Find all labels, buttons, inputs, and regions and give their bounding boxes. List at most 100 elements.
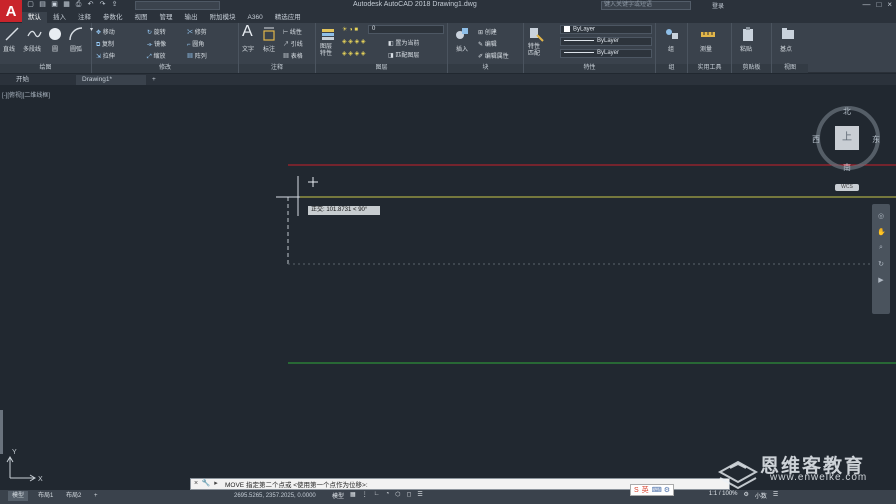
base-point-icon[interactable] bbox=[780, 26, 796, 42]
measure-icon[interactable] bbox=[700, 26, 716, 42]
modify-scale[interactable]: ⤢ 缩放 bbox=[147, 51, 166, 61]
lineweight-icon[interactable]: ☰ bbox=[417, 491, 422, 500]
layer-tools-row-2[interactable]: ◈ ◈ ◈ ◈ bbox=[342, 50, 365, 57]
base-point-label[interactable]: 基点 bbox=[780, 44, 792, 53]
full-navigation-wheel-icon[interactable]: ◎ bbox=[877, 212, 885, 220]
dimension-button-label[interactable]: 标注 bbox=[263, 44, 275, 53]
login-button[interactable]: 登录 bbox=[712, 1, 724, 10]
file-tab-start[interactable]: 开始 bbox=[10, 75, 35, 85]
layer-match[interactable]: ◨ 匹配图层 bbox=[388, 50, 419, 59]
layer-select[interactable]: 0 bbox=[368, 25, 444, 34]
viewport-controls[interactable]: [-][俯视][二维线框] bbox=[2, 90, 50, 99]
ime-toolbar[interactable]: S 英 ⌨ ⚙ bbox=[630, 484, 674, 496]
pan-icon[interactable]: ✋ bbox=[877, 228, 886, 236]
orbit-icon[interactable]: ↻ bbox=[877, 260, 885, 268]
left-scroll-handle[interactable] bbox=[0, 410, 3, 454]
tab-output[interactable]: 输出 bbox=[179, 12, 204, 23]
modify-mirror[interactable]: ⟛ 镜像 bbox=[147, 39, 166, 49]
tab-home[interactable]: 默认 bbox=[22, 12, 47, 23]
draw-panel-title[interactable]: 绘图 bbox=[0, 64, 91, 73]
zoom-icon[interactable]: ⌕ bbox=[877, 244, 885, 252]
measure-button-label[interactable]: 测量 bbox=[700, 44, 712, 53]
annotation-leader[interactable]: ↗ 引线 bbox=[283, 39, 303, 48]
modify-array[interactable]: ▦ 阵列 bbox=[187, 51, 207, 60]
command-line-history-icon[interactable]: ▸ bbox=[211, 479, 221, 489]
tab-parametric[interactable]: 参数化 bbox=[97, 12, 129, 23]
tab-manage[interactable]: 管理 bbox=[154, 12, 179, 23]
viewcube-south[interactable]: 南 bbox=[843, 162, 851, 173]
block-create[interactable]: ⊞ 创建 bbox=[478, 27, 497, 36]
workspace-select[interactable] bbox=[135, 1, 220, 10]
match-properties-label[interactable]: 特性 匹配 bbox=[528, 44, 540, 58]
add-layout-button[interactable]: + bbox=[90, 491, 102, 501]
line-button-label[interactable]: 直线 bbox=[3, 44, 15, 53]
modify-panel-title[interactable]: 修改 bbox=[92, 64, 238, 73]
viewcube-top-face[interactable]: 上 bbox=[835, 126, 859, 150]
line-icon[interactable] bbox=[4, 26, 20, 42]
grid-icon[interactable]: ▦ bbox=[350, 491, 356, 500]
ortho-icon[interactable]: ∟ bbox=[374, 491, 380, 500]
new-file-tab-button[interactable]: + bbox=[146, 75, 162, 85]
color-select[interactable]: ByLayer bbox=[560, 25, 652, 34]
file-tab-drawing1[interactable]: Drawing1* bbox=[76, 75, 146, 85]
layer-properties-label[interactable]: 图层 特性 bbox=[320, 44, 332, 58]
lineweight-select[interactable]: ByLayer bbox=[560, 49, 652, 58]
group-icon[interactable] bbox=[664, 26, 680, 42]
dimension-icon[interactable] bbox=[261, 26, 277, 42]
wcs-menu[interactable]: WCS bbox=[835, 184, 859, 191]
search-input[interactable]: 键入关键字或短语 bbox=[601, 1, 691, 10]
paste-icon[interactable] bbox=[740, 26, 756, 42]
annotation-table[interactable]: ▦ 表格 bbox=[283, 51, 303, 60]
layer-tools-row-1[interactable]: ◈ ◈ ◈ ◈ bbox=[342, 38, 365, 45]
circle-button-label[interactable]: 圆 bbox=[52, 44, 58, 53]
text-button-label[interactable]: 文字 bbox=[242, 44, 254, 53]
close-button[interactable]: × bbox=[887, 0, 892, 9]
match-properties-icon[interactable] bbox=[528, 26, 544, 42]
command-line-settings-icon[interactable]: 🔧 bbox=[201, 479, 211, 489]
arc-button-label[interactable]: 圆弧 bbox=[70, 44, 82, 53]
open-file-icon[interactable]: ▤ bbox=[38, 1, 47, 9]
layout-tab-1[interactable]: 布局1 bbox=[34, 491, 57, 501]
tab-featured-apps[interactable]: 精选应用 bbox=[269, 12, 307, 23]
text-icon[interactable]: A bbox=[242, 23, 253, 41]
undo-icon[interactable]: ↶ bbox=[86, 1, 95, 9]
layout-tab-2[interactable]: 布局2 bbox=[62, 491, 85, 501]
tab-insert[interactable]: 插入 bbox=[47, 12, 72, 23]
block-panel-title[interactable]: 块 bbox=[448, 64, 523, 73]
tab-a360[interactable]: A360 bbox=[242, 12, 269, 23]
linetype-select[interactable]: ByLayer bbox=[560, 37, 652, 46]
object-snap-icon[interactable]: ◻ bbox=[406, 491, 411, 500]
utilities-panel-title[interactable]: 实用工具 bbox=[688, 64, 731, 73]
tab-addins[interactable]: 附加模块 bbox=[204, 12, 242, 23]
minimize-button[interactable]: — bbox=[862, 0, 870, 9]
polyline-button-label[interactable]: 多段线 bbox=[23, 44, 41, 53]
viewcube-west[interactable]: 西 bbox=[812, 134, 820, 145]
block-edit-attributes[interactable]: ✐ 编辑属性 bbox=[478, 51, 509, 60]
save-icon[interactable]: ▣ bbox=[50, 1, 59, 9]
polyline-icon[interactable] bbox=[26, 26, 42, 42]
snap-icon[interactable]: ⋮ bbox=[362, 491, 368, 500]
properties-panel-title[interactable]: 特性 bbox=[524, 64, 655, 73]
new-file-icon[interactable]: ▢ bbox=[26, 1, 35, 9]
clipboard-panel-title[interactable]: 剪贴板 bbox=[732, 64, 771, 73]
viewcube-north[interactable]: 北 bbox=[843, 106, 851, 117]
drawing-canvas[interactable]: Y X bbox=[0, 86, 896, 486]
paste-button-label[interactable]: 粘贴 bbox=[740, 44, 752, 53]
viewcube-east[interactable]: 东 bbox=[872, 134, 880, 145]
modify-copy[interactable]: ⧉ 复制 bbox=[96, 39, 114, 49]
share-icon[interactable]: ⇪ bbox=[110, 1, 119, 9]
insert-block-label[interactable]: 插入 bbox=[456, 44, 468, 53]
layer-properties-icon[interactable] bbox=[320, 26, 336, 42]
layer-make-current[interactable]: ◧ 置为当前 bbox=[388, 38, 419, 47]
showmotion-icon[interactable]: ▶ bbox=[877, 276, 885, 284]
arc-icon[interactable] bbox=[68, 26, 84, 42]
modify-stretch[interactable]: ⇲ 拉伸 bbox=[96, 51, 115, 60]
modify-fillet[interactable]: ⌐ 圆角 bbox=[187, 39, 204, 48]
tab-annotate[interactable]: 注释 bbox=[72, 12, 97, 23]
view-panel-title[interactable]: 视图 bbox=[772, 64, 808, 73]
model-space-button[interactable]: 模型 bbox=[332, 491, 344, 500]
groups-panel-title[interactable]: 组 bbox=[656, 64, 687, 73]
annotation-panel-title[interactable]: 注释 bbox=[239, 64, 315, 73]
annotation-linear[interactable]: ⊢ 线性 bbox=[283, 27, 302, 36]
save-as-icon[interactable]: ▦ bbox=[62, 1, 71, 9]
